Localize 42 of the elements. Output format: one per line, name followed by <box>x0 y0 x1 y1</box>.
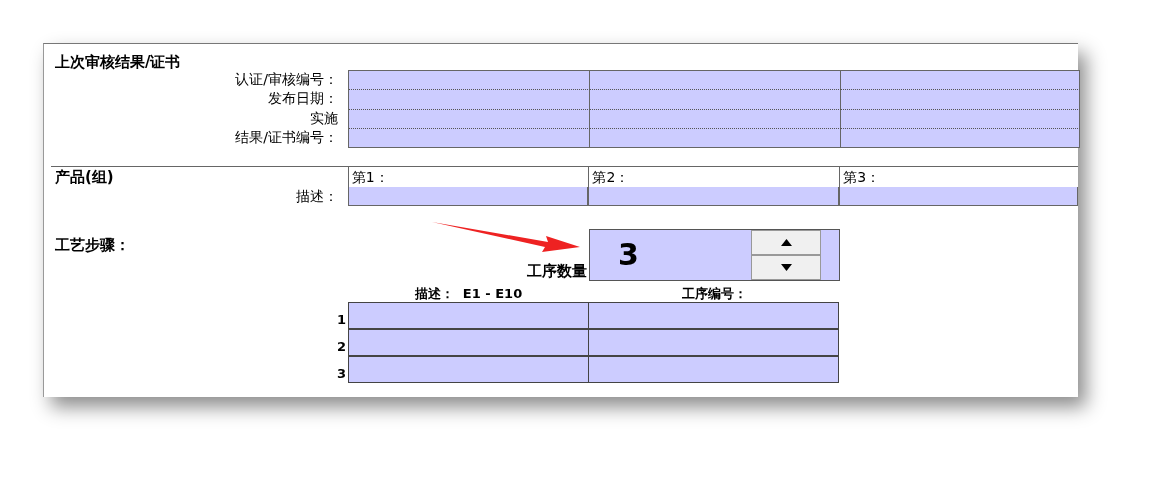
spinner-field[interactable]: 3 <box>589 228 840 281</box>
input-field[interactable] <box>347 186 589 206</box>
input-field[interactable] <box>588 186 840 206</box>
section-title: 上次审核结果/证书 <box>54 52 182 70</box>
row-number: 3 <box>335 364 347 383</box>
input-field[interactable] <box>349 109 590 129</box>
column-header: 工序编号： <box>681 285 748 302</box>
input-field[interactable] <box>348 328 589 356</box>
section-title: 产品(组) <box>54 166 115 187</box>
up-arrow-icon <box>780 238 792 246</box>
spinner-label: 工序数量 <box>527 261 588 283</box>
input-field[interactable] <box>588 355 839 383</box>
spinner-value: 3 <box>618 236 640 275</box>
column-header: 描述： E1 - E10 <box>413 285 524 302</box>
field-label: 认证/审核编号： <box>234 70 339 89</box>
input-field[interactable] <box>348 355 589 383</box>
arrow-icon <box>432 222 580 252</box>
row-number: 1 <box>335 310 347 329</box>
input-field[interactable] <box>348 301 589 329</box>
field-label: 结果/证书编号： <box>234 127 339 147</box>
input-field[interactable] <box>841 71 1080 91</box>
input-field[interactable] <box>349 71 590 91</box>
input-field[interactable] <box>841 109 1080 129</box>
row-number: 2 <box>335 337 347 356</box>
input-field[interactable] <box>588 301 839 329</box>
field-label: 发布日期： <box>267 89 339 109</box>
spin-down-button[interactable] <box>751 254 821 280</box>
field-label: 描述： <box>294 186 339 206</box>
field-label: 实施 <box>309 108 339 128</box>
column-label: 第3： <box>839 166 1078 187</box>
input-field[interactable] <box>590 109 841 129</box>
column-label: 第2： <box>588 166 840 187</box>
input-field[interactable] <box>349 90 590 110</box>
input-field[interactable] <box>839 186 1078 206</box>
input-field[interactable] <box>841 90 1080 110</box>
section-title: 工艺步骤： <box>54 234 130 256</box>
column-label: 第1： <box>347 166 589 187</box>
input-field[interactable] <box>590 71 841 91</box>
input-field[interactable] <box>590 90 841 110</box>
down-arrow-icon <box>780 263 792 271</box>
spin-up-button[interactable] <box>751 229 821 255</box>
input-field[interactable] <box>588 328 839 356</box>
